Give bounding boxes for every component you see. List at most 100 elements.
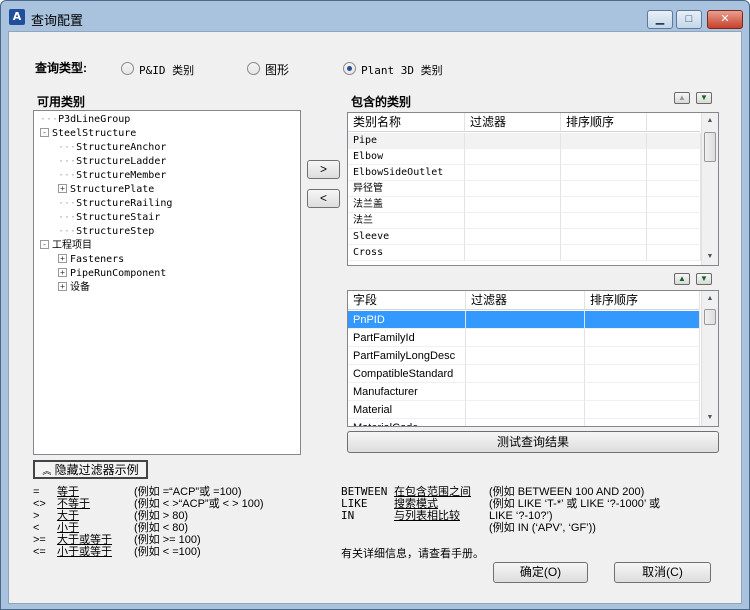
tree-node-label[interactable]: PipeRunComponent — [70, 268, 166, 279]
tree-node[interactable]: ···StructureAnchor — [58, 141, 166, 155]
table-cell[interactable] — [466, 347, 585, 365]
table-row[interactable]: MaterialCode — [348, 419, 700, 426]
tree-node-label[interactable]: Fasteners — [70, 254, 124, 265]
table-cell[interactable] — [585, 419, 700, 426]
tree-node[interactable]: - 工程项目 — [40, 239, 92, 253]
cancel-button[interactable]: 取消(C) — [614, 562, 711, 583]
tree-node-label[interactable]: P3dLineGroup — [58, 114, 130, 125]
table-cell[interactable] — [561, 165, 647, 181]
category-name-cell[interactable]: Sleeve — [348, 229, 465, 245]
field-name-cell[interactable]: PnPID — [348, 311, 466, 329]
included-categories-grid[interactable]: 类别名称 过滤器 排序顺序 Pipe Elbow ElbowSideOutlet 异径… — [347, 112, 719, 266]
tree-node[interactable]: - SteelStructure — [40, 127, 136, 141]
table-cell[interactable] — [466, 419, 585, 426]
tree-node-label[interactable]: 设备 — [70, 282, 90, 293]
tree-node-label[interactable]: StructureAnchor — [76, 142, 166, 153]
table-cell[interactable] — [585, 401, 700, 419]
table-row[interactable]: PnPID — [348, 311, 700, 329]
table-row[interactable]: Manufacturer — [348, 383, 700, 401]
table-cell[interactable] — [585, 311, 700, 329]
table-cell[interactable] — [561, 197, 647, 213]
test-query-results-button[interactable]: 测试查询结果 — [347, 431, 719, 453]
tree-node[interactable]: + 设备 — [58, 281, 90, 295]
tree-node-label[interactable]: StructureLadder — [76, 156, 166, 167]
table-cell[interactable] — [647, 245, 701, 261]
category-name-cell[interactable]: 法兰 — [348, 213, 465, 229]
category-name-cell[interactable]: 法兰盖 — [348, 197, 465, 213]
col-field-filter[interactable]: 过滤器 — [466, 291, 585, 309]
table-cell[interactable] — [561, 213, 647, 229]
table-cell[interactable] — [465, 197, 561, 213]
col-field[interactable]: 字段 — [348, 291, 466, 309]
close-button[interactable]: ✕ — [707, 10, 743, 29]
tree-node[interactable]: ···StructureMember — [58, 169, 166, 183]
table-row[interactable]: Material — [348, 401, 700, 419]
table-cell[interactable] — [465, 229, 561, 245]
tree-node[interactable]: ···StructureRailing — [58, 197, 172, 211]
ok-button[interactable]: 确定(O) — [493, 562, 588, 583]
title-bar[interactable]: A 查询配置 ▁ □ ✕ — [1, 1, 749, 31]
tree-node[interactable]: ···StructureLadder — [58, 155, 166, 169]
table-cell[interactable] — [465, 165, 561, 181]
available-categories-tree[interactable]: ···P3dLineGroup - SteelStructure ···Structu… — [33, 110, 301, 455]
category-name-cell[interactable]: Pipe — [348, 133, 465, 149]
table-cell[interactable] — [561, 229, 647, 245]
field-name-cell[interactable]: PartFamilyId — [348, 329, 466, 347]
table-cell[interactable] — [561, 245, 647, 261]
table-cell[interactable] — [465, 181, 561, 197]
tree-node[interactable]: + Fasteners — [58, 253, 124, 267]
move-up-button-fields[interactable]: ▲ — [674, 273, 690, 285]
add-category-button[interactable]: > — [307, 160, 340, 179]
category-name-cell[interactable]: Elbow — [348, 149, 465, 165]
expand-icon[interactable]: + — [58, 282, 67, 291]
table-cell[interactable] — [647, 181, 701, 197]
move-down-button-categories[interactable]: ▼ — [696, 92, 712, 104]
table-cell[interactable] — [585, 365, 700, 383]
table-row[interactable]: ElbowSideOutlet — [348, 165, 701, 181]
scroll-up-arrow-icon[interactable]: ▲ — [702, 113, 718, 129]
tree-node-label[interactable]: StructureMember — [76, 170, 166, 181]
tree-node-label[interactable]: StructureRailing — [76, 198, 172, 209]
table-cell[interactable] — [561, 149, 647, 165]
radio-plant3d-category-label[interactable]: Plant 3D 类别 — [361, 62, 443, 78]
table-row[interactable]: 异径管 — [348, 181, 701, 197]
hide-filter-examples-button[interactable]: ︽ 隐藏过滤器示例 — [33, 460, 148, 479]
category-name-cell[interactable]: 异径管 — [348, 181, 465, 197]
fields-grid[interactable]: 字段 过滤器 排序顺序 PnPID PartFamilyId PartFamilyL… — [347, 290, 719, 427]
table-cell[interactable] — [466, 311, 585, 329]
expand-icon[interactable]: + — [58, 184, 67, 193]
scroll-down-arrow-icon[interactable]: ▼ — [702, 410, 718, 426]
move-up-button-categories[interactable]: ▲ — [674, 92, 690, 104]
category-name-cell[interactable]: Cross — [348, 245, 465, 261]
table-cell[interactable] — [647, 149, 701, 165]
table-cell[interactable] — [466, 329, 585, 347]
remove-category-button[interactable]: < — [307, 189, 340, 208]
table-row[interactable]: 法兰 — [348, 213, 701, 229]
tree-node[interactable]: ···P3dLineGroup — [40, 113, 130, 127]
field-name-cell[interactable]: PartFamilyLongDesc — [348, 347, 466, 365]
field-name-cell[interactable]: Material — [348, 401, 466, 419]
included-grid-scrollbar[interactable]: ▲ ▼ — [701, 113, 718, 265]
tree-node[interactable]: ···StructureStair — [58, 211, 160, 225]
table-cell[interactable] — [466, 365, 585, 383]
col-category-name[interactable]: 类别名称 — [348, 113, 465, 131]
tree-node-label[interactable]: StructurePlate — [70, 184, 154, 195]
table-cell[interactable] — [585, 329, 700, 347]
tree-node-label[interactable]: StructureStep — [76, 226, 154, 237]
tree-node[interactable]: ···StructureStep — [58, 225, 154, 239]
minimize-button[interactable]: ▁ — [647, 10, 673, 29]
table-cell[interactable] — [465, 245, 561, 261]
tree-node[interactable]: + StructurePlate — [58, 183, 154, 197]
table-cell[interactable] — [585, 347, 700, 365]
table-row[interactable]: PartFamilyId — [348, 329, 700, 347]
col-filter[interactable]: 过滤器 — [465, 113, 561, 131]
radio-pid-category[interactable] — [121, 62, 134, 75]
tree-node-label[interactable]: 工程项目 — [52, 240, 92, 251]
scroll-up-arrow-icon[interactable]: ▲ — [702, 291, 718, 307]
fields-grid-scrollbar[interactable]: ▲ ▼ — [701, 291, 718, 426]
table-cell[interactable] — [465, 213, 561, 229]
table-cell[interactable] — [465, 133, 561, 149]
table-cell[interactable] — [465, 149, 561, 165]
table-cell[interactable] — [561, 181, 647, 197]
expand-icon[interactable]: + — [58, 268, 67, 277]
